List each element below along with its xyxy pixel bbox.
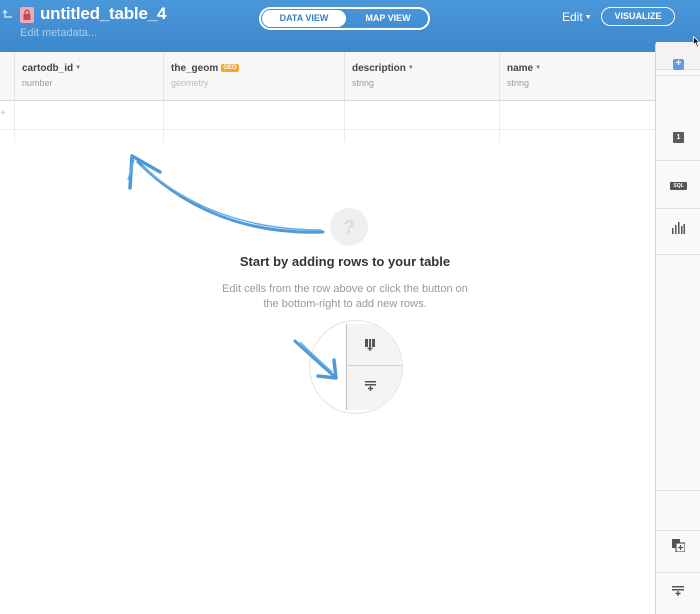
right-sidebar: + 1 SQL [655, 42, 700, 614]
grid-line [499, 130, 500, 142]
column-type[interactable]: string [507, 78, 529, 88]
column-type: geometry [171, 78, 209, 88]
column-header-cartodb-id[interactable]: cartodb_id ▼ number [14, 52, 163, 101]
illustration-divider [346, 365, 402, 366]
edit-metadata-link[interactable]: Edit metadata... [20, 27, 97, 39]
chevron-down-icon: ▼ [584, 14, 592, 21]
column-header-the-geom[interactable]: the_geom GEO geometry [163, 52, 344, 101]
add-layer-icon[interactable]: + [673, 59, 684, 70]
merge-tables-icon[interactable] [672, 539, 685, 552]
column-name[interactable]: description ▼ [352, 63, 414, 74]
table-cell[interactable] [499, 101, 655, 130]
empty-state-description: Edit cells from the row above or click t… [222, 283, 468, 310]
column-type[interactable]: string [352, 78, 374, 88]
column-name[interactable]: the_geom GEO [171, 63, 239, 74]
empty-table-row [0, 101, 655, 130]
lock-icon[interactable] [20, 7, 34, 23]
add-column-icon [365, 339, 375, 351]
map-view-tab[interactable]: MAP VIEW [349, 10, 427, 27]
view-toggle: DATA VIEW MAP VIEW [259, 7, 430, 30]
chevron-down-icon: ▼ [407, 65, 414, 71]
grid-line [163, 130, 164, 142]
add-row-icon [365, 381, 376, 391]
geo-badge: GEO [221, 64, 239, 72]
sidebar-divider [656, 208, 700, 209]
illustration-panel [346, 324, 402, 410]
grid-line [14, 130, 15, 142]
sql-icon[interactable]: SQL [670, 182, 687, 190]
table-header-bar: untitled_table_4 Edit metadata... DATA V… [0, 0, 700, 52]
pointing-arrow-icon [293, 339, 338, 380]
column-header-description[interactable]: description ▼ string [344, 52, 499, 101]
row-handle-icon[interactable]: + [0, 108, 6, 119]
sidebar-divider [656, 254, 700, 255]
column-type[interactable]: number [22, 78, 53, 88]
visualize-button[interactable]: VISUALIZE [601, 7, 675, 26]
row-count-icon[interactable]: 1 [673, 132, 684, 143]
add-row-icon[interactable] [672, 586, 684, 596]
column-header-name[interactable]: name ▼ string [499, 52, 655, 101]
table-cell[interactable] [14, 101, 163, 130]
edit-menu-label: Edit [562, 10, 583, 24]
data-view-tab[interactable]: DATA VIEW [262, 10, 346, 27]
chevron-down-icon: ▼ [535, 65, 542, 71]
chart-icon[interactable] [672, 222, 685, 234]
edit-menu[interactable]: Edit ▼ [562, 10, 592, 24]
column-name[interactable]: cartodb_id ▼ [22, 63, 81, 74]
sidebar-divider [656, 75, 700, 76]
column-name[interactable]: name ▼ [507, 63, 541, 74]
mouse-cursor-icon [693, 36, 700, 48]
chevron-down-icon: ▼ [75, 65, 82, 71]
empty-state-title: Start by adding rows to your table [239, 254, 451, 269]
sidebar-divider [656, 490, 700, 491]
sidebar-divider [656, 530, 700, 531]
table-cell[interactable] [344, 101, 499, 130]
grid-lines [0, 130, 655, 142]
sidebar-divider [656, 572, 700, 573]
column-header-row: cartodb_id ▼ number the_geom GEO geometry … [0, 52, 655, 101]
curved-arrow-icon [127, 154, 325, 234]
sidebar-divider [656, 160, 700, 161]
table-cell[interactable] [163, 101, 344, 130]
back-arrow-icon[interactable] [2, 8, 14, 22]
grid-line [344, 130, 345, 142]
question-icon: ? [330, 208, 368, 246]
table-name-title[interactable]: untitled_table_4 [40, 4, 166, 24]
